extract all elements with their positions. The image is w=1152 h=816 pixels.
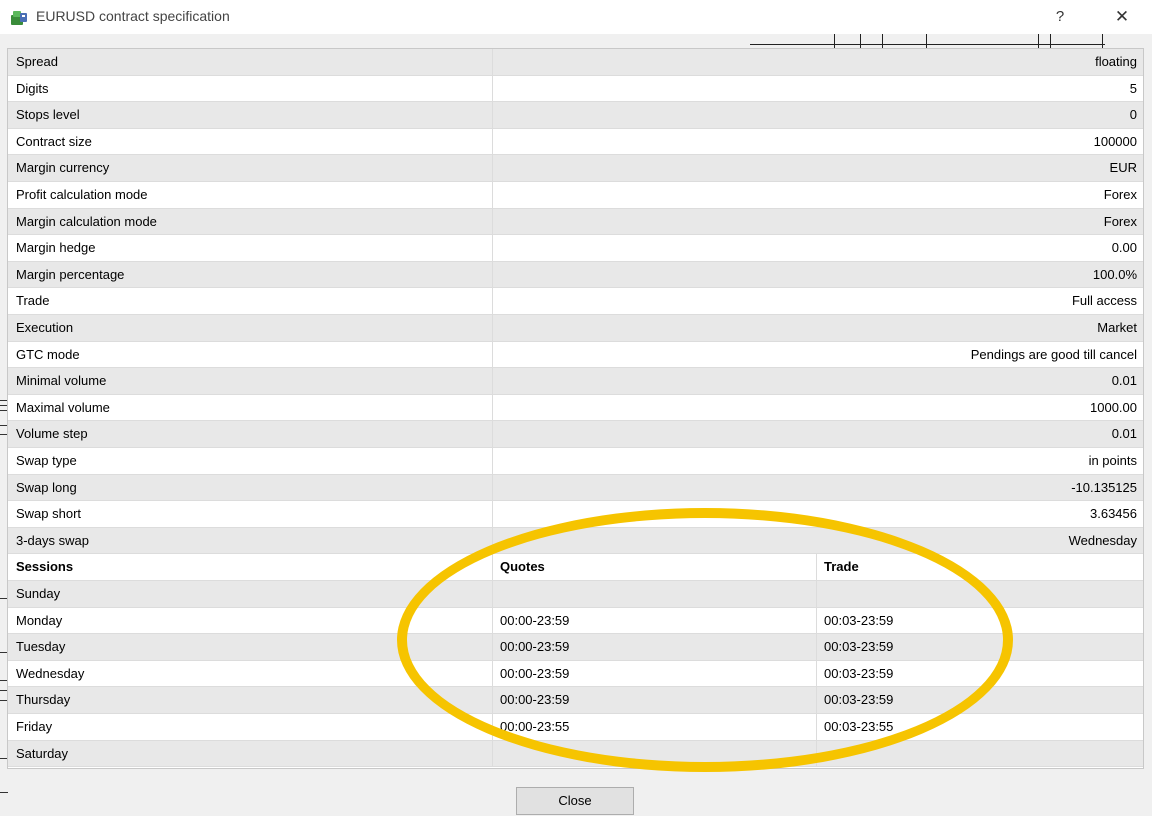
spec-row[interactable]: Contract size 100000 — [8, 128, 1143, 156]
spec-value: in points — [1088, 453, 1137, 468]
spec-name: Trade — [8, 288, 493, 314]
spec-value: Forex — [1103, 187, 1137, 202]
background-chart-ticks — [750, 34, 1110, 48]
spec-name: Minimal volume — [8, 368, 493, 394]
session-quotes: 00:00-23:59 — [493, 634, 817, 660]
sessions-header-row: Sessions Quotes Trade — [8, 554, 1143, 581]
spec-value: 5 — [1129, 80, 1137, 96]
spec-value: 3.63456 — [1090, 506, 1137, 522]
spec-name: Contract size — [8, 128, 493, 155]
trade-header: Trade — [824, 559, 859, 575]
spec-row[interactable]: Margin percentage 100.0% — [8, 261, 1143, 289]
session-row[interactable]: Wednesday 00:00-23:59 00:03-23:59 — [8, 660, 1143, 688]
background-chart-line — [750, 44, 1105, 45]
session-trade: 00:03-23:55 — [824, 719, 894, 734]
session-day: Wednesday — [8, 660, 493, 687]
session-day: Thursday — [8, 687, 493, 713]
spec-name: Execution — [8, 315, 493, 341]
session-quotes: 00:00-23:59 — [493, 687, 817, 713]
spec-row[interactable]: Swap long -10.135125 — [8, 474, 1143, 502]
spec-row[interactable]: Profit calculation mode Forex — [8, 182, 1143, 209]
spec-name: Maximal volume — [8, 394, 493, 421]
spec-row[interactable]: Spread floating — [8, 49, 1143, 76]
spec-name: Stops level — [8, 102, 493, 128]
session-quotes — [493, 581, 817, 607]
session-day: Saturday — [8, 740, 493, 767]
spec-row[interactable]: Margin currency EUR — [8, 155, 1143, 182]
spec-value: Wednesday — [1068, 532, 1137, 548]
spec-name: Margin currency — [8, 155, 493, 181]
spec-row[interactable]: Digits 5 — [8, 75, 1143, 103]
spec-name: Swap long — [8, 474, 493, 501]
spec-value: Market — [1097, 320, 1137, 335]
session-day: Tuesday — [8, 634, 493, 660]
session-row[interactable]: Tuesday 00:00-23:59 00:03-23:59 — [8, 634, 1143, 661]
session-quotes: 00:00-23:55 — [493, 714, 817, 740]
spec-value: 0 — [1129, 107, 1137, 123]
spec-value: Pendings are good till cancel — [970, 346, 1137, 362]
spec-row[interactable]: Margin hedge 0.00 — [8, 235, 1143, 262]
spec-row[interactable]: Margin calculation mode Forex — [8, 208, 1143, 236]
spec-name: Margin hedge — [8, 235, 493, 261]
app-icon — [11, 11, 27, 25]
session-row[interactable]: Thursday 00:00-23:59 00:03-23:59 — [8, 687, 1143, 714]
spec-value: -10.135125 — [1071, 479, 1137, 495]
session-row[interactable]: Monday 00:00-23:59 00:03-23:59 — [8, 607, 1143, 635]
quotes-header: Quotes — [493, 554, 817, 580]
spec-row[interactable]: Maximal volume 1000.00 — [8, 394, 1143, 422]
spec-name: Digits — [8, 75, 493, 102]
session-trade: 00:03-23:59 — [824, 665, 894, 681]
spec-name: Spread — [8, 49, 493, 75]
spec-value: 1000.00 — [1090, 399, 1137, 415]
session-day: Monday — [8, 607, 493, 634]
session-trade: 00:03-23:59 — [824, 692, 894, 708]
session-trade: 00:03-23:59 — [824, 612, 894, 628]
session-row[interactable]: Sunday — [8, 581, 1143, 608]
session-day: Friday — [8, 714, 493, 740]
spec-value: Forex — [1103, 213, 1137, 229]
spec-value: 100000 — [1093, 133, 1137, 149]
spec-value: EUR — [1109, 160, 1137, 176]
spec-row[interactable]: 3-days swap Wednesday — [8, 527, 1143, 555]
spec-row[interactable]: Volume step 0.01 — [8, 421, 1143, 448]
session-quotes — [493, 740, 817, 767]
spec-row[interactable]: Trade Full access — [8, 288, 1143, 315]
spec-row[interactable]: GTC mode Pendings are good till cancel — [8, 341, 1143, 369]
spec-value: 0.01 — [1111, 426, 1137, 442]
spec-row[interactable]: Swap type in points — [8, 448, 1143, 475]
sessions-header: Sessions — [8, 554, 493, 580]
spec-row[interactable]: Execution Market — [8, 315, 1143, 342]
spec-name: Margin calculation mode — [8, 208, 493, 235]
help-button[interactable]: ? — [1046, 3, 1074, 31]
session-trade: 00:03-23:59 — [824, 639, 894, 655]
spec-row[interactable]: Minimal volume 0.01 — [8, 368, 1143, 395]
spec-name: Swap short — [8, 501, 493, 527]
spec-name: Profit calculation mode — [8, 182, 493, 208]
spec-value: floating — [1095, 54, 1137, 69]
spec-name: GTC mode — [8, 341, 493, 368]
spec-row[interactable]: Swap short 3.63456 — [8, 501, 1143, 528]
session-quotes: 00:00-23:59 — [493, 660, 817, 687]
spec-name: Margin percentage — [8, 261, 493, 288]
session-day: Sunday — [8, 581, 493, 607]
spec-name: 3-days swap — [8, 527, 493, 554]
spec-name: Volume step — [8, 421, 493, 447]
close-button[interactable]: Close — [516, 787, 634, 815]
session-quotes: 00:00-23:59 — [493, 607, 817, 634]
session-trade — [817, 581, 1143, 607]
spec-name: Swap type — [8, 448, 493, 474]
specification-table[interactable]: Spread floating Digits 5 Stops level 0 Contrac… — [7, 48, 1144, 769]
title-bar: EURUSD contract specification ? ✕ — [0, 0, 1152, 34]
session-row[interactable]: Friday 00:00-23:55 00:03-23:55 — [8, 714, 1143, 741]
spec-value: 100.0% — [1092, 266, 1137, 282]
window-title: EURUSD contract specification — [36, 8, 230, 24]
spec-value: 0.01 — [1111, 373, 1137, 389]
spec-value: 0.00 — [1111, 240, 1137, 256]
close-window-icon[interactable]: ✕ — [1108, 3, 1136, 31]
session-trade — [817, 741, 1143, 767]
spec-row[interactable]: Stops level 0 — [8, 102, 1143, 129]
session-row[interactable]: Saturday — [8, 740, 1143, 768]
spec-value: Full access — [1071, 293, 1137, 309]
